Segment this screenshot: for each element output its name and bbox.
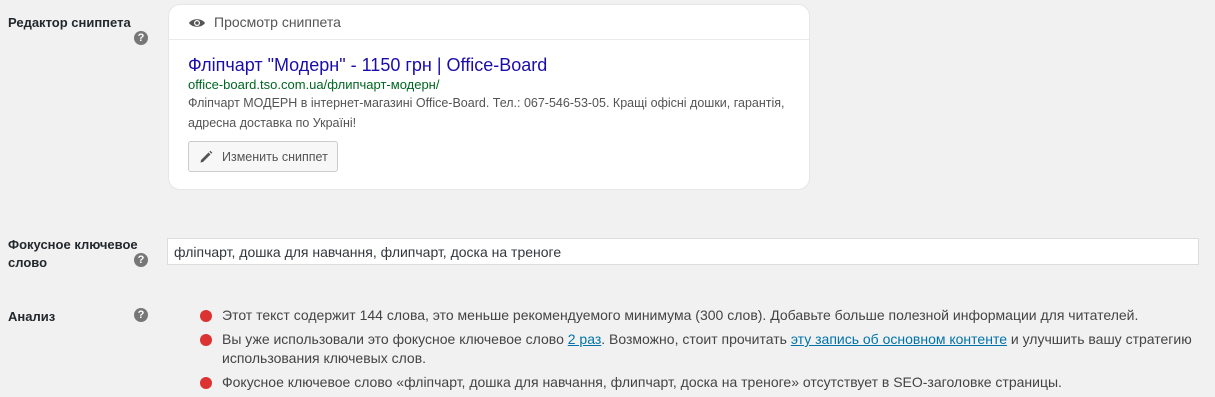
help-icon[interactable]: ? bbox=[134, 31, 148, 45]
keyword-usage-link[interactable]: 2 раз bbox=[568, 331, 602, 347]
help-icon[interactable]: ? bbox=[134, 308, 148, 322]
analysis-label: Анализ bbox=[8, 309, 56, 324]
snippet-description: Фліпчарт МОДЕРН в інтернет-магазині Offi… bbox=[188, 96, 785, 130]
eye-icon bbox=[188, 16, 206, 28]
analysis-item: Вы уже использовали это фокусное ключево… bbox=[200, 330, 1200, 368]
pencil-icon bbox=[199, 150, 213, 164]
analysis-list: Этот текст содержит 144 слова, это меньш… bbox=[200, 306, 1200, 397]
analysis-item-text: Фокусное ключевое слово «фліпчарт, дошка… bbox=[222, 374, 1062, 390]
cornerstone-content-link[interactable]: эту запись об основном контенте bbox=[791, 331, 1007, 347]
analysis-item: Фокусное ключевое слово «фліпчарт, дошка… bbox=[200, 373, 1200, 392]
snippet-preview: Просмотр сниппета Фліпчарт "Модерн" - 11… bbox=[168, 4, 810, 190]
status-bad-icon bbox=[200, 334, 212, 346]
snippet-url: office-board.tso.com.ua/флипчарт-модерн/ bbox=[188, 77, 440, 92]
snippet-editor-label: Редактор сниппета bbox=[8, 15, 131, 30]
analysis-item-text: Этот текст содержит 144 слова, это меньш… bbox=[222, 307, 1139, 323]
analysis-item-text: . Возможно, стоит прочитать bbox=[601, 331, 791, 347]
status-bad-icon bbox=[200, 310, 212, 322]
focus-keyword-input[interactable] bbox=[167, 238, 1199, 265]
help-icon[interactable]: ? bbox=[134, 253, 148, 267]
snippet-preview-header: Просмотр сниппета bbox=[169, 5, 809, 40]
snippet-preview-heading: Просмотр сниппета bbox=[214, 14, 341, 30]
analysis-item: Этот текст содержит 144 слова, это меньш… bbox=[200, 306, 1200, 325]
edit-snippet-label: Изменить сниппет bbox=[222, 149, 328, 164]
status-bad-icon bbox=[200, 377, 212, 389]
snippet-title: Фліпчарт "Модерн" - 1150 грн | Office-Bo… bbox=[188, 55, 548, 75]
focus-keyword-label: Фокусное ключевое слово bbox=[8, 237, 138, 270]
edit-snippet-button[interactable]: Изменить сниппет bbox=[188, 141, 338, 172]
analysis-item-text: Вы уже использовали это фокусное ключево… bbox=[222, 331, 568, 347]
